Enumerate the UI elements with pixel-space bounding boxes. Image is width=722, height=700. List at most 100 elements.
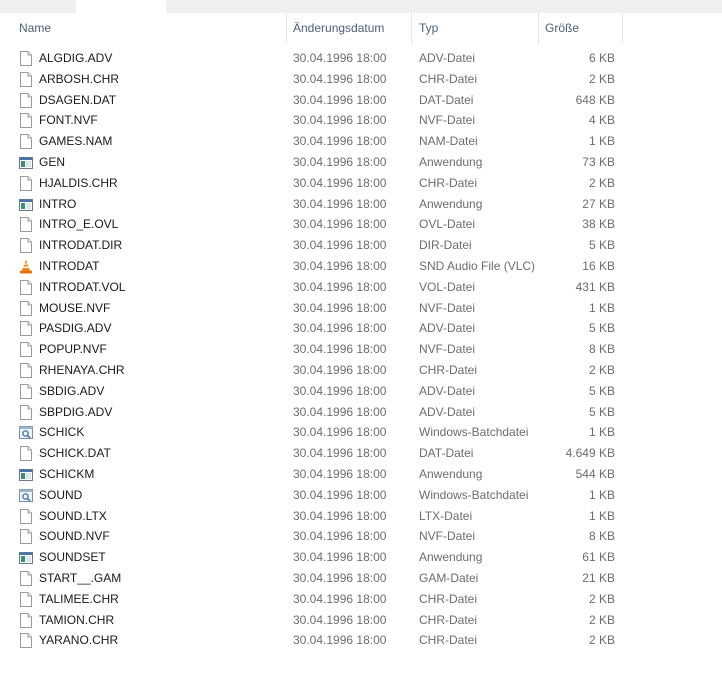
file-type: CHR-Datei xyxy=(419,71,478,86)
file-row-algdig-adv[interactable]: ALGDIG.ADV 30.04.1996 18:00 ADV-Datei 6 KB xyxy=(0,48,722,69)
column-header-date[interactable]: Änderungsdatum xyxy=(293,13,384,44)
file-name: POPUP.NVF xyxy=(39,342,107,357)
file-icon xyxy=(19,633,33,649)
file-date: 30.04.1996 18:00 xyxy=(293,591,387,606)
file-date: 30.04.1996 18:00 xyxy=(293,279,387,294)
file-type: NVF-Datei xyxy=(419,300,476,315)
file-icon xyxy=(19,175,33,191)
file-row-sbpdig-adv[interactable]: SBPDIG.ADV 30.04.1996 18:00 ADV-Datei 5 KB xyxy=(0,402,722,423)
file-date: 30.04.1996 18:00 xyxy=(293,154,387,169)
file-name: YARANO.CHR xyxy=(39,633,119,648)
column-divider[interactable] xyxy=(622,13,623,44)
file-name: INTRODAT.VOL xyxy=(39,279,126,294)
file-row-popup-nvf[interactable]: POPUP.NVF 30.04.1996 18:00 NVF-Datei 8 KB xyxy=(0,339,722,360)
file-row-introdat[interactable]: INTRODAT 30.04.1996 18:00 SND Audio File (… xyxy=(0,256,722,277)
file-row-introdat-vol[interactable]: INTRODAT.VOL 30.04.1996 18:00 VOL-Datei 431… xyxy=(0,277,722,298)
file-row-rhenaya-chr[interactable]: RHENAYA.CHR 30.04.1996 18:00 CHR-Datei 2 KB xyxy=(0,360,722,381)
file-size: 5 KB xyxy=(588,383,615,398)
file-size: 5 KB xyxy=(588,321,615,336)
file-row-dsagen-dat[interactable]: DSAGEN.DAT 30.04.1996 18:00 DAT-Datei 648 K… xyxy=(0,90,722,111)
file-date: 30.04.1996 18:00 xyxy=(293,529,387,544)
file-name: INTRODAT xyxy=(39,258,100,273)
file-row-sound[interactable]: SOUND 30.04.1996 18:00 Windows-Batchdatei 1… xyxy=(0,485,722,506)
file-name: ALGDIG.ADV xyxy=(39,51,113,65)
file-size: 5 KB xyxy=(588,404,615,419)
column-header-name[interactable]: Name xyxy=(19,13,51,44)
file-row-mouse-nvf[interactable]: MOUSE.NVF 30.04.1996 18:00 NVF-Datei 1 KB xyxy=(0,298,722,319)
file-row-schick-dat[interactable]: SCHICK.DAT 30.04.1996 18:00 DAT-Datei 4.649… xyxy=(0,443,722,464)
file-name: SBPDIG.ADV xyxy=(39,404,113,419)
file-type: DAT-Datei xyxy=(419,92,474,107)
file-row-hjaldis-chr[interactable]: HJALDIS.CHR 30.04.1996 18:00 CHR-Datei 2 KB xyxy=(0,173,722,194)
file-icon xyxy=(19,134,33,150)
file-type: NVF-Datei xyxy=(419,113,476,128)
file-date: 30.04.1996 18:00 xyxy=(293,217,387,232)
file-icon xyxy=(19,51,33,66)
file-type: ADV-Datei xyxy=(419,383,476,398)
file-row-arbosh-chr[interactable]: ARBOSH.CHR 30.04.1996 18:00 CHR-Datei 2 KB xyxy=(0,69,722,90)
file-icon xyxy=(19,71,33,87)
file-date: 30.04.1996 18:00 xyxy=(293,342,387,357)
file-row-soundset[interactable]: SOUNDSET 30.04.1996 18:00 Anwendung 61 KB xyxy=(0,547,722,568)
file-type: CHR-Datei xyxy=(419,612,478,627)
file-icon xyxy=(19,92,33,108)
file-list: ALGDIG.ADV 30.04.1996 18:00 ADV-Datei 6 KB A… xyxy=(0,48,722,651)
file-row-sound-nvf[interactable]: SOUND.NVF 30.04.1996 18:00 NVF-Datei 8 KB xyxy=(0,526,722,547)
file-row-intro[interactable]: INTRO 30.04.1996 18:00 Anwendung 27 KB xyxy=(0,194,722,215)
file-name: SOUND.LTX xyxy=(39,508,107,523)
file-row-pasdig-adv[interactable]: PASDIG.ADV 30.04.1996 18:00 ADV-Datei 5 KB xyxy=(0,318,722,339)
column-divider[interactable] xyxy=(411,13,412,44)
file-row-introdat-dir[interactable]: INTRODAT.DIR 30.04.1996 18:00 DIR-Datei 5 K… xyxy=(0,235,722,256)
file-size: 16 KB xyxy=(582,258,615,273)
file-row-gen[interactable]: GEN 30.04.1996 18:00 Anwendung 73 KB xyxy=(0,152,722,173)
file-row-sound-ltx[interactable]: SOUND.LTX 30.04.1996 18:00 LTX-Datei 1 KB xyxy=(0,506,722,527)
file-size: 2 KB xyxy=(588,612,615,627)
file-date: 30.04.1996 18:00 xyxy=(293,134,387,149)
file-icon xyxy=(19,279,33,295)
file-name: INTRO_E.OVL xyxy=(39,217,119,232)
file-row-talimee-chr[interactable]: TALIMEE.CHR 30.04.1996 18:00 CHR-Datei 2 KB xyxy=(0,589,722,610)
file-row-games-nam[interactable]: GAMES.NAM 30.04.1996 18:00 NAM-Datei 1 KB xyxy=(0,131,722,152)
file-row-tamion-chr[interactable]: TAMION.CHR 30.04.1996 18:00 CHR-Datei 2 KB xyxy=(0,610,722,631)
file-size: 1 KB xyxy=(588,508,615,523)
file-size: 2 KB xyxy=(588,591,615,606)
file-row-start-gam[interactable]: START__.GAM 30.04.1996 18:00 GAM-Datei 21 K… xyxy=(0,568,722,589)
file-size: 8 KB xyxy=(588,342,615,357)
file-row-yarano-chr[interactable]: YARANO.CHR 30.04.1996 18:00 CHR-Datei 2 KB xyxy=(0,630,722,651)
file-name: FONT.NVF xyxy=(39,113,98,128)
file-date: 30.04.1996 18:00 xyxy=(293,238,387,253)
column-divider[interactable] xyxy=(286,13,287,44)
file-type: ADV-Datei xyxy=(419,404,476,419)
file-date: 30.04.1996 18:00 xyxy=(293,404,387,419)
file-name: PASDIG.ADV xyxy=(39,321,112,336)
file-size: 1 KB xyxy=(588,425,615,440)
file-icon xyxy=(19,508,33,524)
file-date: 30.04.1996 18:00 xyxy=(293,446,387,461)
batch-file-icon xyxy=(19,488,33,503)
file-name: INTRO xyxy=(39,196,77,211)
file-name: TALIMEE.CHR xyxy=(39,591,119,606)
file-row-schickm[interactable]: SCHICKM 30.04.1996 18:00 Anwendung 544 KB xyxy=(0,464,722,485)
file-icon xyxy=(19,217,33,233)
file-date: 30.04.1996 18:00 xyxy=(293,51,387,65)
column-header-size[interactable]: Größe xyxy=(545,13,579,44)
file-size: 1 KB xyxy=(588,487,615,502)
column-header-type[interactable]: Typ xyxy=(419,13,438,44)
top-strip xyxy=(0,0,722,13)
file-type: Windows-Batchdatei xyxy=(419,425,529,440)
file-row-sbdig-adv[interactable]: SBDIG.ADV 30.04.1996 18:00 ADV-Datei 5 KB xyxy=(0,381,722,402)
file-row-font-nvf[interactable]: FONT.NVF 30.04.1996 18:00 NVF-Datei 4 KB xyxy=(0,110,722,131)
file-type: NAM-Datei xyxy=(419,134,478,149)
column-divider[interactable] xyxy=(538,13,539,44)
vlc-cone-icon xyxy=(19,259,33,274)
file-date: 30.04.1996 18:00 xyxy=(293,92,387,107)
file-row-intro-e-ovl[interactable]: INTRO_E.OVL 30.04.1996 18:00 OVL-Datei 38 K… xyxy=(0,214,722,235)
file-name: INTRODAT.DIR xyxy=(39,238,123,253)
file-type: NVF-Datei xyxy=(419,529,476,544)
file-name: SBDIG.ADV xyxy=(39,383,105,398)
file-type: ADV-Datei xyxy=(419,51,476,65)
file-icon xyxy=(19,446,33,462)
file-type: Anwendung xyxy=(419,466,483,481)
file-name: SCHICKM xyxy=(39,466,95,481)
file-row-schick[interactable]: SCHICK 30.04.1996 18:00 Windows-Batchdatei… xyxy=(0,422,722,443)
